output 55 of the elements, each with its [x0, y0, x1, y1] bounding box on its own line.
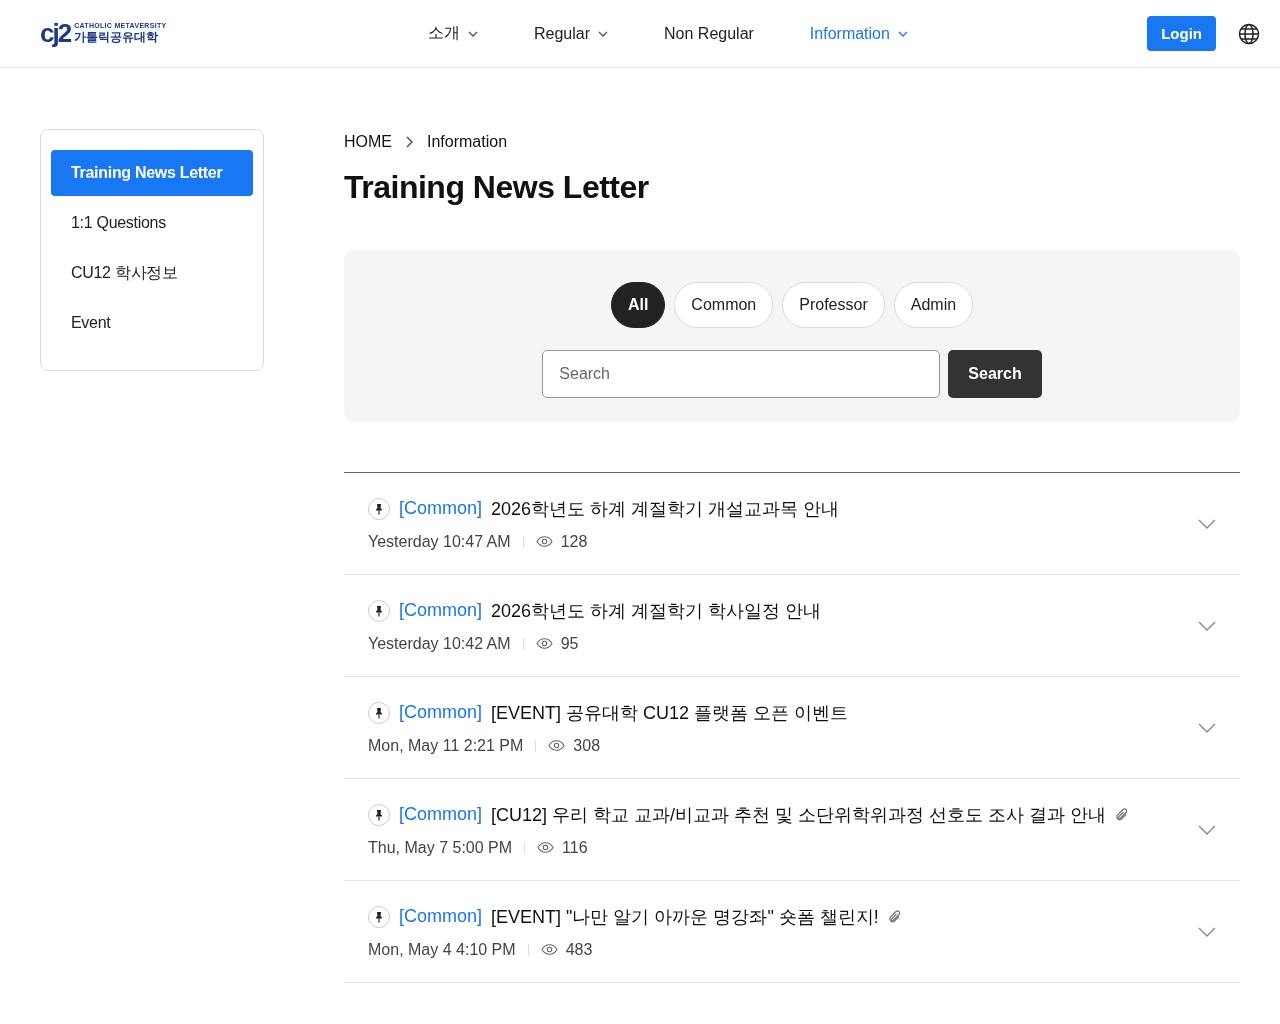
post-title[interactable]: [CU12] 우리 학교 교과/비교과 추천 및 소단위학위과정 선호도 조사 결과 안내 [491, 802, 1107, 827]
sidebar-item[interactable]: CU12 학사정보 [51, 250, 253, 296]
view-count: 128 [560, 532, 588, 551]
nav-link[interactable]: 소개 [428, 23, 478, 44]
eye-icon [535, 638, 553, 649]
eye-icon [540, 944, 558, 955]
filter-chip[interactable]: Common [674, 282, 774, 328]
filter-chip[interactable]: Admin [893, 282, 974, 328]
eye-icon [535, 536, 553, 547]
post-title[interactable]: [EVENT] "나만 알기 아까운 명강좌" 숏폼 챌린지! [491, 904, 879, 929]
post-title[interactable]: 2026학년도 하계 계절학기 학사일정 안내 [491, 598, 822, 623]
post-date: Yesterday 10:42 AM [368, 634, 511, 653]
search-field[interactable]: Search [542, 350, 941, 398]
post-date: Yesterday 10:47 AM [368, 532, 511, 551]
globe-icon[interactable] [1238, 22, 1260, 45]
nav-link[interactable]: Non Regular [664, 23, 754, 44]
post-category: [Common] [399, 498, 483, 519]
sidebar-item[interactable]: Training News Letter [51, 150, 253, 196]
sidebar-item[interactable]: Event [51, 300, 253, 346]
post-category: [Common] [399, 702, 483, 723]
filter-chip[interactable]: All [610, 282, 666, 328]
chevron-down-icon[interactable] [1198, 518, 1216, 529]
post-category: [Common] [399, 906, 483, 927]
view-count: 116 [562, 838, 588, 857]
post-title[interactable]: [EVENT] 공유대학 CU12 플랫폼 오픈 이벤트 [491, 700, 849, 725]
view-count: 483 [565, 940, 593, 959]
eye-icon [537, 842, 555, 853]
eye-icon [548, 740, 566, 751]
view-count: 95 [560, 634, 579, 653]
search-button[interactable]: Search [948, 350, 1042, 398]
view-count: 308 [573, 736, 601, 755]
chevron-down-icon[interactable] [1198, 926, 1216, 937]
logo-mark[interactable]: cj2 [40, 18, 71, 49]
chevron-down-icon[interactable] [1198, 824, 1216, 835]
page-title: Training News Letter [344, 169, 650, 206]
sidebar-item[interactable]: 1:1 Questions [51, 200, 253, 246]
nav-link[interactable]: Regular [534, 23, 609, 44]
chevron-down-icon[interactable] [1198, 722, 1216, 733]
nav-link[interactable]: Information [809, 23, 908, 44]
post-category: [Common] [399, 600, 483, 621]
post-category: [Common] [399, 804, 483, 825]
post-row[interactable]: [Common] 2026학년도 하계 계절학기 개설교과목 안내 Yesterday 10:47 AM 128 [344, 473, 1240, 575]
breadcrumb-link[interactable]: HOME [344, 133, 392, 151]
post-date: Thu, May 7 5:00 PM [368, 838, 513, 857]
post-row[interactable]: [Common] [EVENT] 공유대학 CU12 플랫폼 오픈 이벤트 Mon, May 11 2:21 PM 308 [344, 677, 1240, 779]
login-button[interactable]: Login [1147, 16, 1216, 51]
post-title[interactable]: 2026학년도 하계 계절학기 개설교과목 안내 [491, 496, 840, 521]
post-date: Mon, May 4 4:10 PM [368, 940, 516, 959]
filter-chip[interactable]: Professor [782, 282, 885, 328]
chevron-down-icon[interactable] [1198, 620, 1216, 631]
post-row[interactable]: [Common] 2026학년도 하계 계절학기 학사일정 안내 Yesterday 10:42 AM 95 [344, 575, 1240, 677]
logo-name: 가톨릭공유대학 [74, 28, 160, 46]
chevron-right-icon [406, 136, 413, 148]
post-date: Mon, May 11 2:21 PM [368, 736, 524, 755]
breadcrumb-link[interactable]: Information [427, 133, 508, 151]
